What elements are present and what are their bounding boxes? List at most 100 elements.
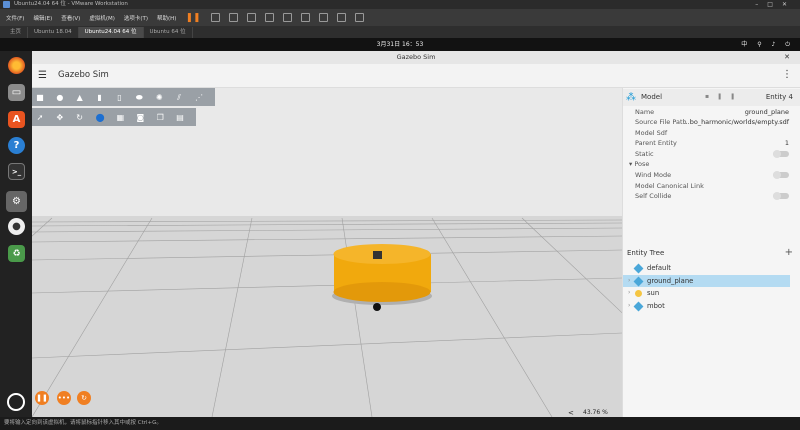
expand-arrow-icon[interactable]: › — [628, 300, 630, 312]
prop-canonical-link: Model Canonical Link — [635, 182, 704, 190]
tree-item-sun[interactable]: › sun — [623, 287, 790, 299]
grid-icon[interactable]: ▦ — [117, 113, 125, 122]
light-icon — [635, 290, 642, 297]
vmware-tab-bar: 主页 Ubuntu 18.04 Ubuntu24.04 64 位 Ubuntu … — [0, 26, 800, 38]
ellipsoid-shape-icon[interactable]: ⬬ — [135, 93, 143, 102]
step-options-button[interactable]: ••• — [57, 391, 71, 405]
paste-icon[interactable]: ▤ — [176, 113, 184, 122]
select-arrow-icon[interactable]: ➚ — [36, 113, 44, 122]
menu-edit[interactable]: 编辑(E) — [33, 14, 52, 22]
input-method-indicator[interactable]: 中 — [741, 41, 751, 48]
prop-wind-mode: Wind Mode — [635, 170, 795, 180]
gazebo-window-title: Gazebo Sim — [396, 53, 436, 61]
translate-icon[interactable]: ✥ — [56, 113, 64, 122]
help-icon[interactable]: ? — [8, 137, 25, 154]
gazebo-app-bar: ☰ Gazebo Sim ⋮ — [32, 64, 800, 88]
prop-pose[interactable]: ▾ Pose — [629, 159, 789, 169]
dock: ▭ A ? >_ ⚙ ● ♻ — [0, 51, 32, 417]
gazebo-window-title-bar: Gazebo Sim ✕ — [32, 51, 800, 64]
prop-model-sdf[interactable]: Model Sdf — [635, 128, 795, 138]
add-entity-icon[interactable]: + — [785, 246, 793, 260]
expand-arrow-icon[interactable]: › — [628, 287, 630, 299]
component-title: Model — [641, 93, 663, 101]
rotate-icon[interactable]: ↻ — [76, 113, 84, 122]
box-shape-icon[interactable]: ■ — [36, 93, 44, 102]
spot-light-icon[interactable]: ⋰ — [195, 93, 203, 102]
menu-file[interactable]: 文件(F) — [6, 14, 24, 22]
real-time-factor: 43.76 % — [583, 409, 608, 416]
model-icon — [633, 301, 644, 312]
component-inspector-header: ⁂ Model ▪❚❚ Entity 4 — [623, 89, 800, 106]
copy-icon[interactable]: ❐ — [156, 113, 164, 122]
tab-home[interactable]: 主页 — [4, 27, 29, 38]
send-keys-icon[interactable] — [210, 13, 220, 22]
menu-vm[interactable]: 虚拟机(M) — [89, 14, 115, 22]
clock[interactable]: 3月31日 16：53 — [377, 41, 424, 48]
menu-help[interactable]: 帮助(H) — [157, 14, 176, 22]
show-apps-icon[interactable] — [7, 393, 25, 411]
tab-ubuntu-24[interactable]: Ubuntu24.04 64 位 — [78, 27, 144, 38]
snapshot-icon[interactable] — [228, 13, 238, 22]
scene-render — [32, 88, 622, 417]
static-toggle[interactable] — [773, 150, 789, 158]
cone-shape-icon[interactable]: ▲ — [76, 93, 84, 102]
close-window-icon[interactable]: ✕ — [784, 51, 790, 64]
vmware-window-title: Ubuntu24.04 64 位 - VMware Workstation — [14, 1, 128, 7]
sphere-shape-icon[interactable]: ● — [56, 93, 64, 102]
trash-icon[interactable]: ♻ — [8, 245, 25, 262]
tab-ubuntu-64[interactable]: Ubuntu 64 位 — [144, 27, 193, 38]
tab-ubuntu-18[interactable]: Ubuntu 18.04 — [28, 27, 79, 38]
vmware-menu-bar: 文件(F) 编辑(E) 查看(V) 虚拟机(M) 选项卡(T) 帮助(H) ❚❚ — [0, 9, 800, 26]
prop-source-file: Source File Path ...bo_harmonic/worlds/em… — [635, 118, 789, 126]
fullscreen-icon[interactable] — [300, 13, 310, 22]
lock-icon[interactable]: ▪❚❚ — [705, 93, 743, 100]
3d-scene-viewport[interactable] — [32, 88, 622, 417]
model-icon — [633, 276, 644, 287]
disc-icon[interactable]: ● — [8, 218, 25, 235]
sun-light-icon[interactable]: ✺ — [155, 93, 163, 102]
stretch-icon[interactable] — [354, 13, 364, 22]
revert-snapshot-icon[interactable] — [246, 13, 256, 22]
entity-id: Entity 4 — [765, 93, 793, 101]
cylinder-shape-icon[interactable]: ▮ — [96, 93, 104, 102]
screenshot-camera-icon[interactable]: ◙ — [136, 113, 144, 122]
console-icon[interactable] — [336, 13, 346, 22]
vmware-title-bar: Ubuntu24.04 64 位 - VMware Workstation –□… — [0, 0, 800, 9]
hamburger-menu-icon[interactable]: ☰ — [38, 70, 47, 81]
shapes-toolbar: ■ ● ▲ ▮ ▯ ⬬ ✺ ⫽ ⋰ — [32, 88, 215, 106]
transform-toolbar: ➚ ✥ ↻ ⬤ ▦ ◙ ❐ ▤ — [32, 108, 196, 126]
snapshot-manager-icon[interactable] — [264, 13, 274, 22]
menu-view[interactable]: 查看(V) — [61, 14, 80, 22]
system-tray[interactable]: 中 ⚲ ♪ ⏻ — [741, 38, 794, 51]
right-side-panel: ⁂ Model ▪❚❚ Entity 4 Name ground_plane So… — [622, 88, 800, 417]
window-controls[interactable]: –□✕ — [755, 0, 796, 9]
tree-item-default[interactable]: default — [623, 262, 790, 274]
app-center-icon[interactable]: A — [8, 111, 25, 128]
settings-icon[interactable]: ⚙ — [6, 191, 27, 212]
model-icon: ⁂ — [626, 92, 636, 103]
reset-simulation-button[interactable]: ↻ — [77, 391, 91, 405]
world-icon — [633, 263, 644, 274]
tree-item-ground-plane[interactable]: › ground_plane — [623, 275, 790, 287]
snap-icon[interactable]: ⬤ — [96, 113, 105, 122]
directional-light-icon[interactable]: ⫽ — [175, 93, 183, 102]
menu-tabs[interactable]: 选项卡(T) — [124, 14, 148, 22]
tree-item-mbot[interactable]: › mbot — [623, 300, 790, 312]
prop-parent-entity: Parent Entity 1 — [635, 139, 789, 147]
more-options-icon[interactable]: ⋮ — [782, 69, 792, 80]
files-icon[interactable]: ▭ — [8, 84, 25, 101]
robot-model — [332, 244, 432, 311]
pause-vm-icon[interactable]: ❚❚ — [185, 13, 200, 23]
firefox-icon[interactable] — [8, 57, 25, 74]
entity-tree-header: Entity Tree + — [623, 246, 800, 260]
wind-mode-toggle[interactable] — [773, 171, 789, 179]
unity-icon[interactable] — [318, 13, 328, 22]
expand-arrow-icon[interactable]: › — [628, 275, 630, 287]
library-icon[interactable] — [282, 13, 292, 22]
prop-self-collide: Self Collide — [635, 191, 795, 201]
terminal-icon[interactable]: >_ — [8, 163, 25, 180]
capsule-shape-icon[interactable]: ▯ — [116, 93, 124, 102]
pause-simulation-button[interactable]: ❚❚ — [35, 391, 49, 405]
stats-expand-icon[interactable]: < — [568, 409, 574, 417]
self-collide-toggle[interactable] — [773, 192, 789, 200]
